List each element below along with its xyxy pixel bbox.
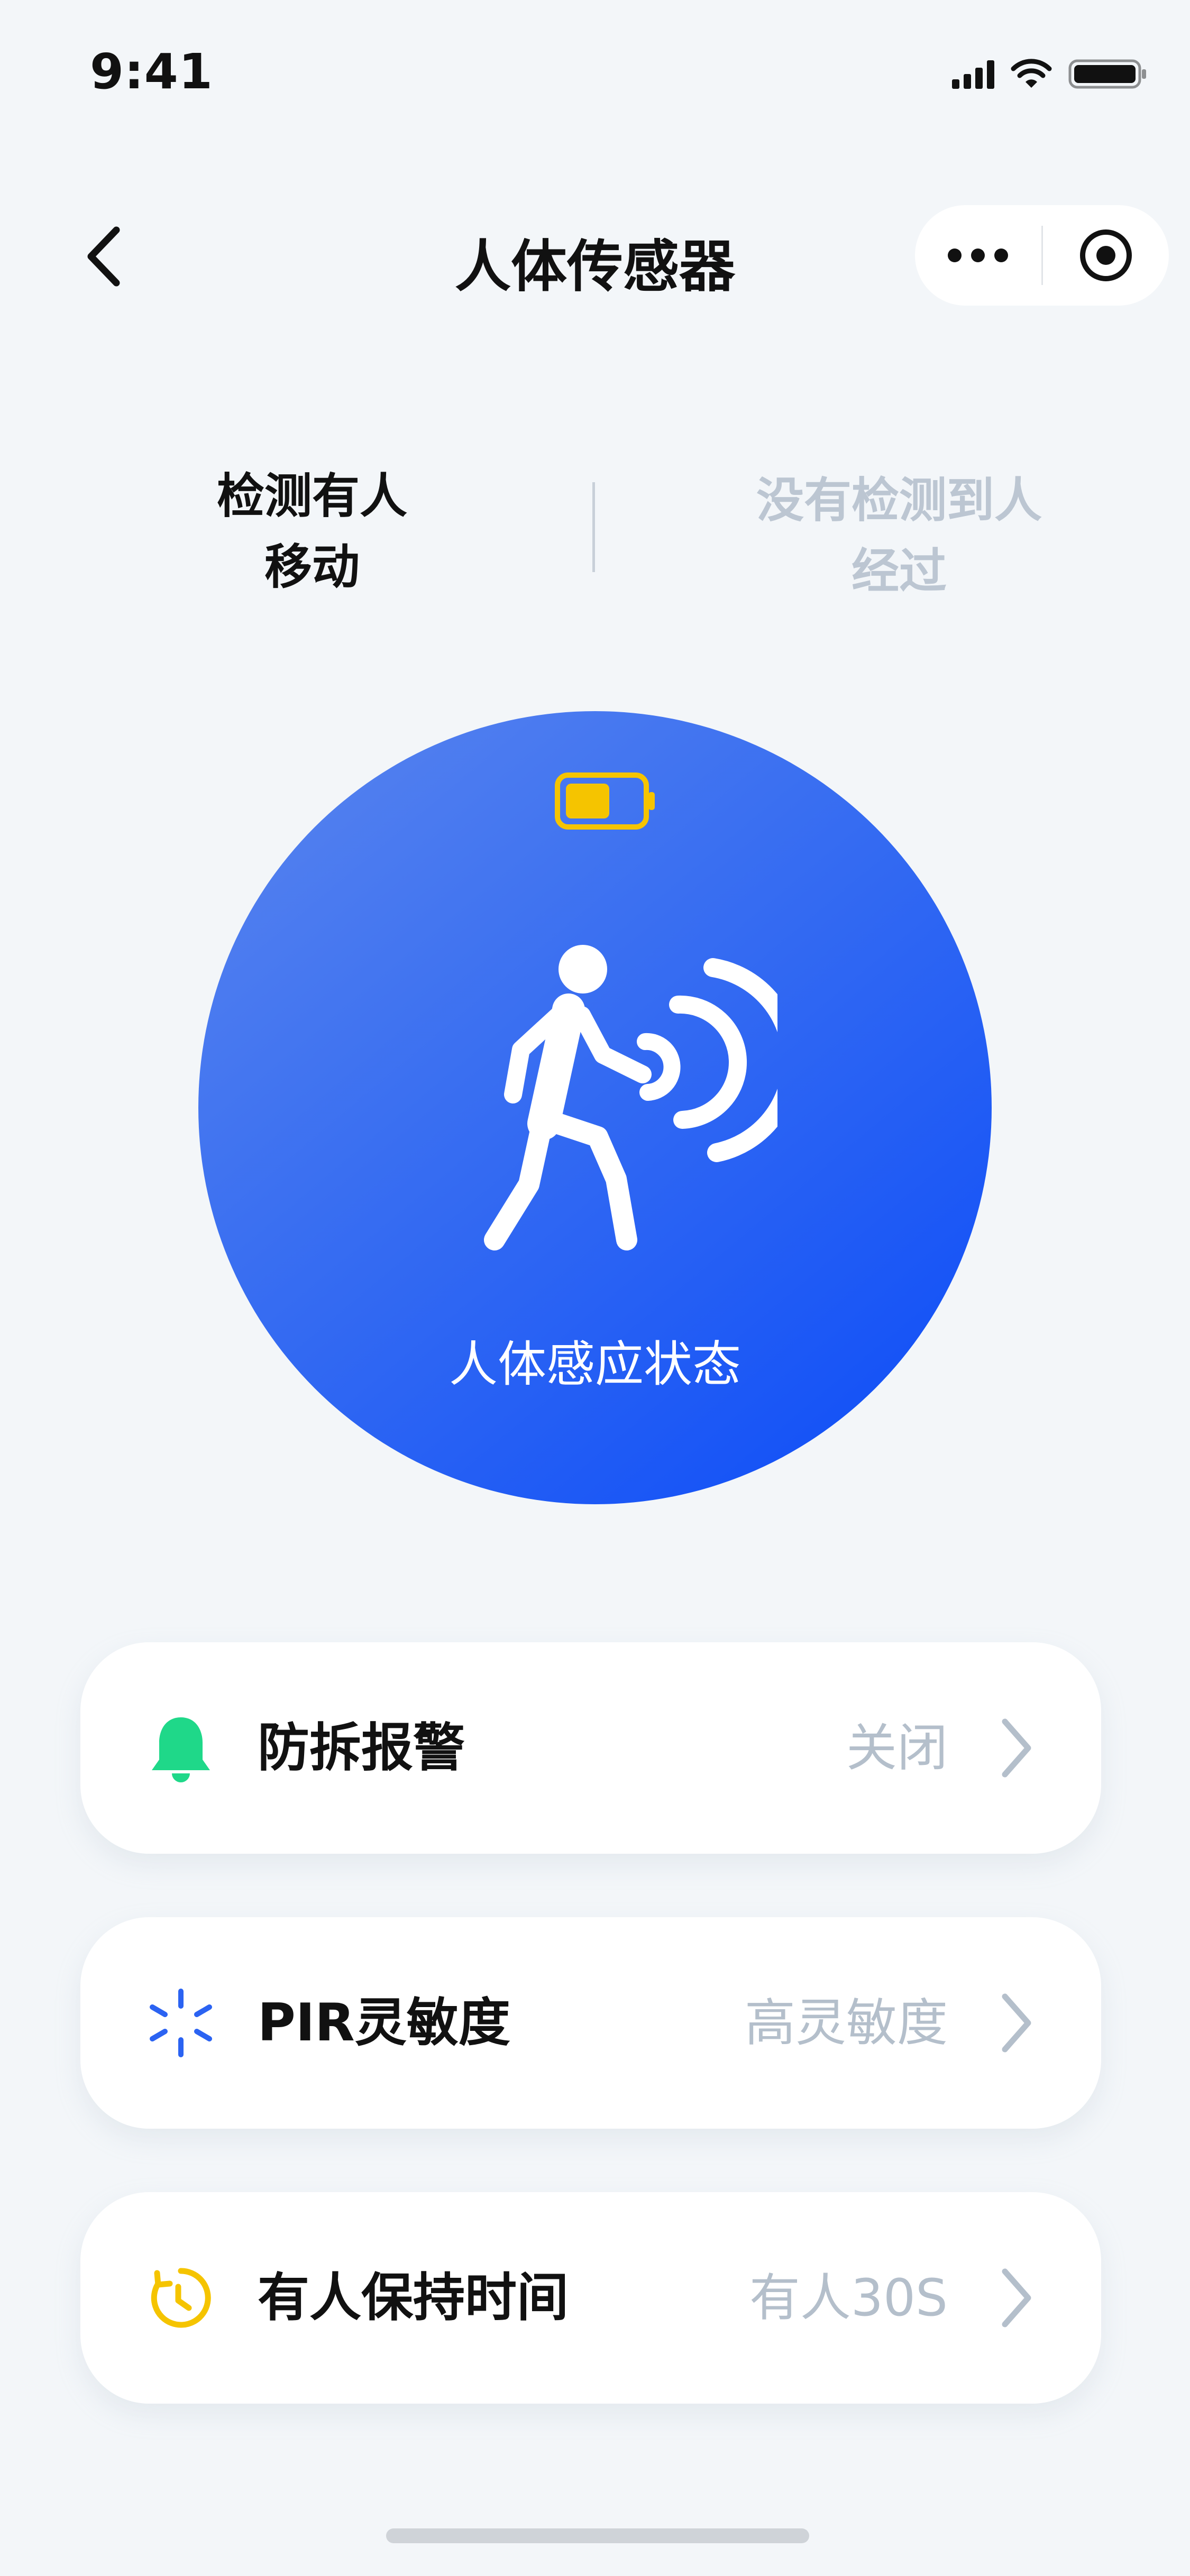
setting-value: 高灵敏度 bbox=[745, 1993, 948, 2053]
chevron-right-icon bbox=[1002, 1718, 1031, 1778]
cellular-signal-icon bbox=[952, 59, 994, 89]
battery-status-icon bbox=[1068, 59, 1146, 89]
sensor-status-label: 人体感应状态 bbox=[448, 1336, 741, 1393]
setting-row-pir-sensitivity[interactable]: PIR灵敏度 高灵敏度 bbox=[80, 1917, 1101, 2129]
mini-program-capsule bbox=[915, 205, 1169, 306]
sensitivity-icon bbox=[139, 1981, 223, 2065]
walking-person-motion-icon bbox=[484, 945, 777, 1250]
more-dot-icon bbox=[971, 249, 985, 262]
timer-icon bbox=[139, 2256, 223, 2340]
state-not-detected-line1: 没有检测到人 bbox=[756, 473, 1042, 528]
status-time: 9:41 bbox=[90, 43, 213, 100]
home-indicator bbox=[386, 2528, 809, 2543]
more-dot-icon bbox=[948, 249, 962, 262]
chevron-right-icon bbox=[1002, 2268, 1031, 2327]
status-icons bbox=[952, 56, 1148, 93]
state-not-detected[interactable]: 没有检测到人 经过 bbox=[719, 465, 1079, 607]
close-mini-program-button[interactable] bbox=[1043, 205, 1169, 306]
state-detected-line1: 检测有人 bbox=[217, 468, 407, 524]
setting-label: 防拆报警 bbox=[258, 1718, 465, 1778]
battery-icon bbox=[555, 772, 655, 830]
state-detected-line2: 移动 bbox=[264, 539, 360, 595]
setting-label: 有人保持时间 bbox=[258, 2268, 569, 2328]
bell-icon bbox=[139, 1706, 223, 1790]
setting-row-presence-hold-time[interactable]: 有人保持时间 有人30S bbox=[80, 2192, 1101, 2404]
wifi-icon bbox=[1011, 59, 1052, 88]
more-dot-icon bbox=[994, 249, 1009, 262]
state-detected[interactable]: 检测有人 移动 bbox=[169, 461, 455, 603]
target-icon bbox=[1079, 229, 1132, 281]
more-button[interactable] bbox=[915, 205, 1041, 306]
state-divider bbox=[592, 482, 595, 572]
state-not-detected-line2: 经过 bbox=[852, 544, 947, 599]
setting-value: 有人30S bbox=[749, 2268, 948, 2327]
setting-label: PIR灵敏度 bbox=[258, 1993, 510, 2053]
setting-row-tamper-alarm[interactable]: 防拆报警 关闭 bbox=[80, 1642, 1101, 1854]
setting-value: 关闭 bbox=[846, 1718, 948, 1778]
chevron-right-icon bbox=[1002, 1993, 1031, 2053]
